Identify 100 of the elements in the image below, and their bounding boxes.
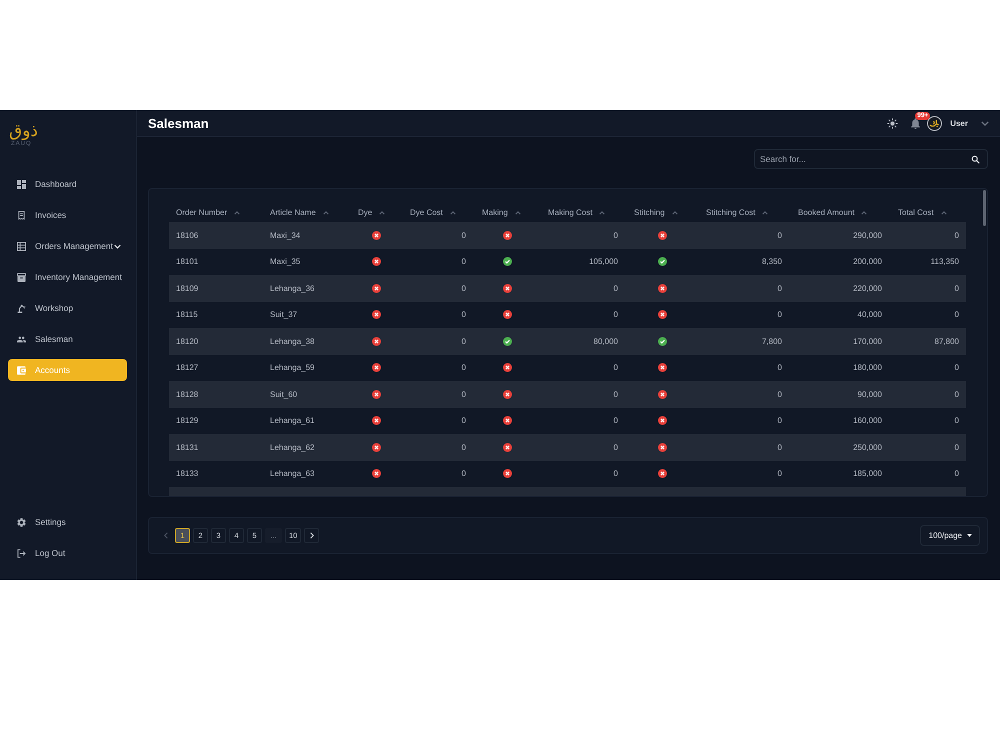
table-cell: 18131 [176,442,198,452]
page-size-dropdown[interactable]: 100/page [920,525,980,546]
chevron-left-icon [164,532,168,539]
table-cell: 185,000 [853,469,882,478]
user-name: User [950,118,968,128]
caret-down-icon [967,534,972,537]
sidebar-item[interactable]: Log Out [8,542,127,564]
chevron-up-icon [234,210,240,214]
sidebar-item[interactable]: Orders Management [8,235,127,257]
column-header[interactable]: Making Cost [548,208,606,217]
column-header[interactable]: Stitching Cost [706,208,768,217]
logo-wordmark: ذوق [9,122,38,141]
chevron-up-icon [861,210,868,214]
table-cell: 40,000 [858,310,882,320]
table-cell: 0 [614,310,618,320]
sidebar-item[interactable]: Invoices [8,204,127,226]
column-header[interactable]: Total Cost [898,208,947,217]
table-cell: 105,000 [589,257,618,266]
table-cell: 18133 [176,469,198,478]
chevron-up-icon [514,210,521,214]
table-cell: 18106 [176,230,198,240]
column-header[interactable]: Stitching [634,208,678,217]
sidebar-item[interactable]: Inventory Management [8,266,127,288]
sidebar-item[interactable]: Settings [8,511,127,533]
table-cell: 0 [778,363,782,372]
settings-icon [17,518,26,526]
table-cell: 0 [614,416,618,426]
table-cell: 0 [614,442,618,452]
table-cell: 0 [614,230,618,240]
table-cell: 0 [462,390,466,399]
table-cell: 0 [462,257,466,266]
table-cell: 0 [954,469,959,478]
table-cell: 0 [778,469,782,478]
table-cell: 0 [462,442,466,452]
table-cell: 0 [778,230,782,240]
chevron-up-icon [379,210,386,214]
column-header[interactable]: Order Number [176,208,240,217]
table-cell: 18128 [176,390,198,399]
table-cell: 7,800 [762,336,782,346]
next-page-button[interactable] [304,528,320,543]
chevron-up-icon [940,210,947,214]
table-cell: 0 [462,310,466,320]
table-cell: 87,800 [934,336,959,346]
chevron-up-icon [599,210,606,214]
table-cell: 0 [954,230,959,240]
table-cell: Suit_60 [270,390,298,399]
table-cell: 0 [462,336,466,346]
table-cell: Lehanga_59 [270,363,314,372]
sidebar-item[interactable]: Dashboard [8,173,127,195]
table-cell: 0 [954,442,959,452]
table-cell: Lehanga_36 [270,284,314,293]
chevron-down-icon[interactable] [981,120,989,126]
chevron-up-icon [322,210,329,214]
sidebar-item[interactable]: Workshop [8,297,127,319]
table-cell: 18129 [176,416,198,426]
column-header[interactable]: Booked Amount [798,208,868,217]
table-cell: Lehanga_61 [270,416,314,426]
table-cell: Lehanga_38 [270,336,314,346]
table-cell: 0 [778,416,782,426]
table-cell: 0 [614,390,618,399]
column-header[interactable]: Dye [358,208,386,217]
archive-box-icon [17,272,26,282]
table-cell: 18120 [176,336,198,346]
scrollbar[interactable] [983,190,986,226]
table-cell: 0 [954,416,959,426]
column-header[interactable]: Dye Cost [410,208,456,217]
chevron-down-icon [114,244,121,248]
table-cell: 160,000 [853,416,882,426]
table-cell: 0 [462,230,466,240]
sun-icon[interactable] [887,118,898,128]
chevron-up-icon [450,210,456,214]
sidebar-item[interactable]: Salesman [8,328,127,350]
table-icon [17,242,26,250]
table-cell: 0 [614,469,618,478]
column-header[interactable]: Article Name [270,208,329,217]
table-cell: 18101 [176,257,198,266]
table-cell: 8,350 [762,257,782,266]
table-cell: 0 [778,284,782,293]
avatar-icon[interactable] [927,116,942,130]
table-cell: 0 [954,284,959,293]
table-cell: Maxi_35 [270,257,300,266]
table-cell: 0 [778,390,782,399]
table-cell: 18109 [176,284,198,293]
bell-icon[interactable] [911,118,920,128]
page-title: Salesman [148,116,209,130]
table-cell: 0 [462,284,466,293]
table-cell: Maxi_34 [270,230,300,240]
robot-arm-icon [17,304,26,312]
grid-icon [17,180,26,188]
table-cell: 290,000 [853,230,882,240]
search-icon[interactable] [971,154,980,164]
receipt-icon [17,210,26,220]
search-field[interactable]: Search for... [754,149,988,169]
table-cell: 0 [614,284,618,293]
table-cell: 18115 [176,310,198,320]
table-cell: 0 [614,363,618,372]
table-cell: 113,350 [930,257,959,266]
chevron-up-icon [672,210,678,214]
table-cell: 18127 [176,363,198,372]
column-header[interactable]: Making [482,208,521,217]
